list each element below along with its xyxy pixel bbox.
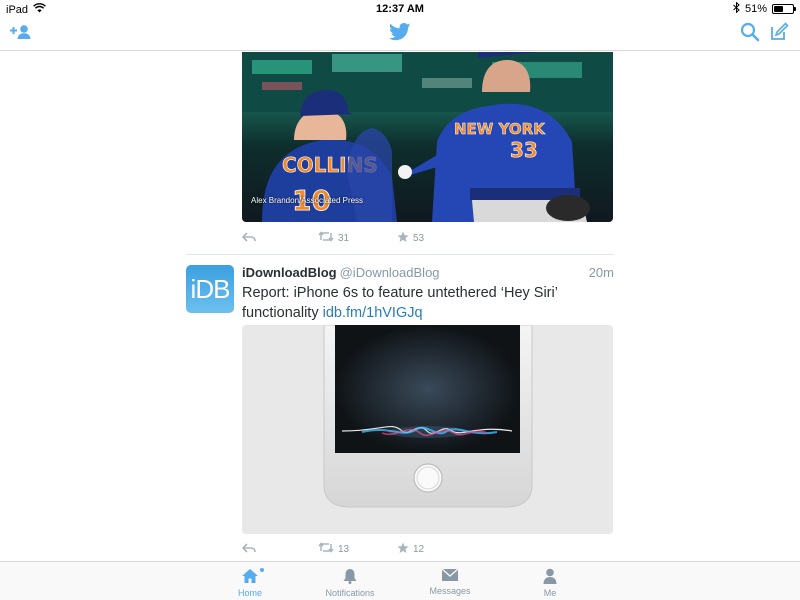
battery-icon (772, 4, 796, 14)
timeline-feed[interactable]: COLLINS 10 NEW YORK 33 Alex Brandon/Asso… (0, 52, 800, 561)
reply-icon (241, 231, 256, 245)
retweet-icon (318, 231, 334, 245)
status-bar: iPad 12:37 AM 51% (0, 0, 800, 18)
favorite-button[interactable]: 12 (397, 542, 424, 557)
tweet-text: Report: iPhone 6s to feature untethered … (242, 283, 614, 323)
tab-notifications[interactable]: Notifications (300, 568, 400, 598)
twitter-logo[interactable] (387, 22, 413, 46)
tab-me[interactable]: Me (500, 568, 600, 598)
retweet-count: 31 (338, 232, 350, 244)
home-icon (200, 568, 300, 586)
reply-icon (241, 542, 256, 556)
favorite-count: 53 (413, 232, 425, 244)
tweet-header: iDownloadBlog @iDownloadBlog 20m (242, 265, 614, 283)
tab-me-label: Me (543, 588, 557, 598)
tab-messages-label: Messages (429, 586, 471, 596)
status-time: 12:37 AM (376, 3, 424, 15)
jersey-name-right: NEW YORK (454, 120, 546, 138)
tweet-timestamp: 20m (588, 265, 614, 280)
avatar[interactable]: iDB (186, 265, 234, 313)
add-user-button[interactable] (8, 22, 34, 46)
reply-button[interactable] (241, 231, 318, 245)
retweet-button[interactable]: 13 (318, 542, 397, 556)
author-name[interactable]: iDownloadBlog (242, 265, 337, 280)
tab-messages[interactable]: Messages (400, 568, 500, 596)
new-content-indicator (260, 568, 264, 572)
envelope-icon (400, 568, 500, 584)
photo-credit: Alex Brandon/Associated Press (251, 196, 364, 205)
compose-button[interactable] (766, 21, 792, 47)
tweet-actions: 13 12 (241, 541, 622, 557)
top-nav-bar (0, 18, 800, 51)
tweet-photo-iphone[interactable] (242, 325, 613, 534)
reply-button[interactable] (241, 542, 318, 556)
tab-home[interactable]: Home (200, 568, 300, 598)
status-right: 51% (733, 1, 796, 16)
retweet-button[interactable]: 31 (318, 231, 397, 245)
tweet-divider (186, 254, 614, 255)
favorite-button[interactable]: 53 (397, 231, 424, 246)
bottom-tab-bar: Home Notifications Messages Me (0, 561, 800, 600)
author-handle[interactable]: @iDownloadBlog (340, 265, 440, 280)
tab-notifications-label: Notifications (325, 588, 375, 598)
twitter-bird-icon (389, 22, 411, 46)
jersey-number-right: 33 (510, 138, 538, 162)
battery-percent: 51% (744, 3, 767, 15)
star-icon (397, 542, 409, 557)
compose-icon (769, 21, 789, 47)
retweet-icon (318, 542, 334, 556)
favorite-count: 12 (413, 543, 425, 555)
tweet-link[interactable]: idb.fm/1hVIGJq (323, 305, 423, 321)
avatar-text: iDB (190, 273, 231, 304)
tweet-actions: 31 53 (241, 230, 622, 246)
bluetooth-icon (733, 1, 740, 16)
search-icon (740, 22, 760, 47)
person-icon (500, 568, 600, 586)
battery-fill (774, 6, 783, 12)
retweet-count: 13 (338, 543, 350, 555)
add-user-icon (9, 24, 33, 45)
tweet-photo-baseball[interactable]: COLLINS 10 NEW YORK 33 Alex Brandon/Asso… (242, 52, 613, 222)
search-button[interactable] (737, 22, 763, 46)
star-icon (397, 231, 409, 246)
tab-home-label: Home (237, 588, 262, 598)
bell-icon (300, 568, 400, 586)
